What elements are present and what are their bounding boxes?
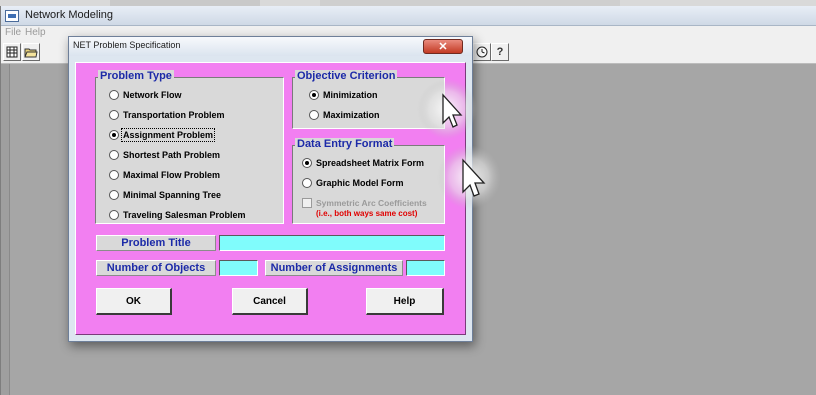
label-symmetric-arc: Symmetric Arc Coefficients — [316, 198, 427, 208]
click-highlight-cursor-2 — [437, 145, 501, 209]
problem-specification-dialog: NET Problem Specification ✕ Problem Type… — [68, 36, 473, 342]
number-of-assignments-label: Number of Assignments — [265, 260, 403, 276]
app-window-icon — [5, 10, 19, 22]
open-file-button[interactable] — [22, 43, 40, 61]
clock-button[interactable] — [473, 43, 491, 61]
number-of-objects-input[interactable] — [219, 260, 258, 276]
help-question-icon: ? — [496, 46, 504, 58]
data-entry-options: Spreadsheet Matrix Form Graphic Model Fo… — [302, 156, 427, 218]
label-traveling-salesman: Traveling Salesman Problem — [123, 210, 246, 220]
option-maximal-flow[interactable]: Maximal Flow Problem — [109, 168, 279, 182]
new-document-button[interactable] — [3, 43, 21, 61]
option-minimal-spanning-tree[interactable]: Minimal Spanning Tree — [109, 188, 279, 202]
option-maximization[interactable]: Maximization — [309, 108, 380, 122]
objective-criterion-title: Objective Criterion — [295, 70, 398, 83]
label-graphic-model: Graphic Model Form — [316, 178, 404, 188]
app-titlebar[interactable]: Network Modeling — [1, 6, 816, 26]
open-folder-icon — [24, 48, 38, 58]
label-maximal-flow: Maximal Flow Problem — [123, 170, 221, 180]
number-of-assignments-input[interactable] — [406, 260, 445, 276]
problem-title-input[interactable] — [219, 235, 445, 251]
data-entry-format-title: Data Entry Format — [295, 138, 395, 151]
option-minimization[interactable]: Minimization — [309, 88, 380, 102]
radio-maximization[interactable] — [309, 110, 319, 120]
label-transportation: Transportation Problem — [123, 110, 225, 120]
cancel-button[interactable]: Cancel — [232, 288, 308, 315]
radio-minimal-spanning-tree[interactable] — [109, 190, 119, 200]
menu-help[interactable]: Help — [25, 26, 46, 40]
radio-shortest-path[interactable] — [109, 150, 119, 160]
label-assignment: Assignment Problem — [120, 128, 216, 142]
menu-file[interactable]: File — [5, 26, 21, 40]
label-spreadsheet-matrix: Spreadsheet Matrix Form — [316, 158, 425, 168]
symmetric-arc-note: (i.e., both ways same cost) — [316, 209, 418, 218]
clock-icon — [476, 46, 488, 58]
problem-title-label: Problem Title — [96, 235, 216, 251]
radio-network-flow[interactable] — [109, 90, 119, 100]
help-button[interactable]: Help — [366, 288, 444, 315]
label-minimization: Minimization — [323, 90, 378, 100]
click-highlight-cursor-1 — [417, 79, 477, 139]
problem-type-title: Problem Type — [98, 70, 174, 83]
close-button[interactable]: ✕ — [423, 39, 463, 54]
number-of-objects-label: Number of Objects — [96, 260, 216, 276]
radio-assignment[interactable] — [109, 130, 119, 140]
label-minimal-spanning-tree: Minimal Spanning Tree — [123, 190, 222, 200]
close-icon: ✕ — [438, 41, 448, 53]
label-network-flow: Network Flow — [123, 90, 182, 100]
option-transportation[interactable]: Transportation Problem — [109, 108, 279, 122]
label-maximization: Maximization — [323, 110, 380, 120]
option-graphic-model[interactable]: Graphic Model Form — [302, 176, 427, 190]
problem-type-options: Network Flow Transportation Problem Assi… — [109, 88, 279, 222]
new-document-icon — [6, 46, 18, 58]
dialog-body: Problem Type Network Flow Transportation… — [75, 62, 466, 335]
radio-spreadsheet-matrix[interactable] — [302, 158, 312, 168]
option-symmetric-arc[interactable]: Symmetric Arc Coefficients — [302, 196, 427, 210]
help-button-toolbar[interactable]: ? — [491, 43, 509, 61]
option-spreadsheet-matrix[interactable]: Spreadsheet Matrix Form — [302, 156, 427, 170]
dialog-titlebar[interactable]: NET Problem Specification ✕ — [69, 37, 472, 56]
option-network-flow[interactable]: Network Flow — [109, 88, 279, 102]
ok-button[interactable]: OK — [96, 288, 172, 315]
objective-options: Minimization Maximization — [309, 88, 380, 122]
symmetric-arc-checkbox[interactable] — [302, 198, 312, 208]
option-assignment[interactable]: Assignment Problem — [109, 128, 279, 142]
option-traveling-salesman[interactable]: Traveling Salesman Problem — [109, 208, 279, 222]
radio-traveling-salesman[interactable] — [109, 210, 119, 220]
label-shortest-path: Shortest Path Problem — [123, 150, 221, 160]
app-title: Network Modeling — [25, 9, 114, 21]
radio-maximal-flow[interactable] — [109, 170, 119, 180]
radio-minimization[interactable] — [309, 90, 319, 100]
option-shortest-path[interactable]: Shortest Path Problem — [109, 148, 279, 162]
dialog-title: NET Problem Specification — [73, 40, 181, 50]
radio-graphic-model[interactable] — [302, 178, 312, 188]
radio-transportation[interactable] — [109, 110, 119, 120]
